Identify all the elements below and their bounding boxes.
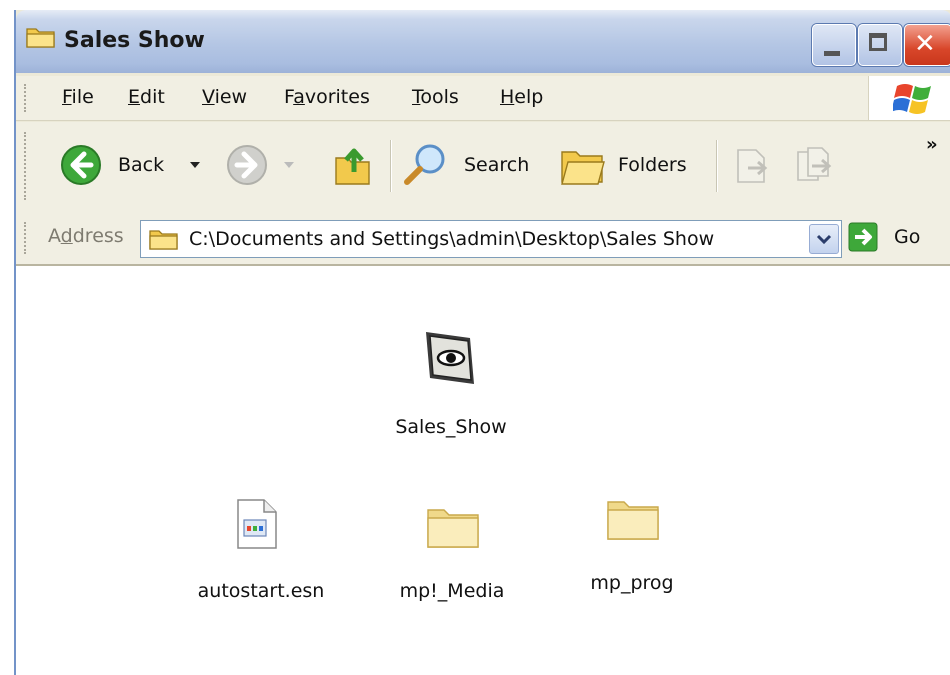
slideshow-app-icon [426,332,474,384]
menubar-grip[interactable] [24,84,29,112]
back-button[interactable]: Back [58,144,208,188]
back-arrow-icon [61,145,101,185]
back-label: Back [118,154,165,176]
menu-favorites[interactable]: Favorites [284,86,370,108]
windows-logo-panel [868,76,950,120]
folder-icon [607,501,659,540]
search-button[interactable]: Search [402,142,542,190]
file-item-sales-show[interactable]: Sales_Show [376,326,526,446]
windows-logo-icon [893,84,931,114]
toolbar-separator [390,140,392,192]
close-icon: ✕ [914,29,936,59]
toolbar-grip[interactable] [24,132,29,200]
menu-bar: File Edit View Favorites Tools Help [16,76,950,121]
search-label: Search [464,154,530,176]
folders-button[interactable]: Folders [558,142,708,190]
addressbar-grip[interactable] [24,222,29,254]
file-item-mp-prog[interactable]: mp_prog [552,490,712,600]
maximize-icon [869,33,887,51]
menu-file[interactable]: File [62,86,94,108]
folders-label: Folders [618,154,687,176]
toolbar-separator [716,140,718,192]
chevron-down-icon [816,234,832,245]
standard-toolbar: Back Search Folders » [16,122,950,213]
move-to-icon[interactable] [732,144,776,188]
go-button[interactable] [848,222,878,252]
minimize-button[interactable] [812,24,856,66]
forward-dropdown-icon[interactable] [284,162,294,170]
file-item-mp-media[interactable]: mp!_Media [372,498,532,608]
search-icon [404,144,445,185]
menu-help[interactable]: Help [500,86,543,108]
file-label: mp_prog [590,572,674,594]
copy-to-icon[interactable] [794,144,838,188]
explorer-window: Sales Show ✕ File Edit View Favorites To… [14,10,950,675]
menu-tools[interactable]: Tools [412,86,459,108]
forward-button[interactable] [224,144,304,188]
address-dropdown-button[interactable] [809,224,839,254]
file-label: Sales_Show [395,416,507,438]
folder-icon [427,509,479,548]
menu-edit[interactable]: Edit [128,86,165,108]
close-button[interactable]: ✕ [904,24,950,66]
maximize-button[interactable] [858,24,902,66]
file-view[interactable]: Sales_Show autostart.esn mp!_Media mp_pr… [16,266,950,675]
folder-icon [26,28,55,48]
file-label: mp!_Media [399,580,505,602]
window-title: Sales Show [64,28,205,53]
address-input[interactable]: C:\Documents and Settings\admin\Desktop\… [140,220,842,258]
title-bar[interactable]: Sales Show ✕ [16,10,950,73]
go-label[interactable]: Go [894,226,920,248]
folder-icon [149,230,178,250]
forward-arrow-icon [227,145,267,185]
menu-view[interactable]: View [202,86,247,108]
address-bar: Address C:\Documents and Settings\admin\… [16,212,950,266]
toolbar-overflow-chevron[interactable]: » [926,134,938,155]
address-label: Address [48,225,124,247]
file-label: autostart.esn [197,580,325,602]
up-folder-icon[interactable] [332,144,376,188]
document-icon [237,499,277,549]
minimize-icon [824,51,840,56]
back-dropdown-icon[interactable] [190,162,200,170]
go-arrow-icon [848,222,878,252]
file-item-autostart[interactable]: autostart.esn [176,498,346,608]
address-value: C:\Documents and Settings\admin\Desktop\… [189,228,715,250]
folders-icon [561,151,605,185]
